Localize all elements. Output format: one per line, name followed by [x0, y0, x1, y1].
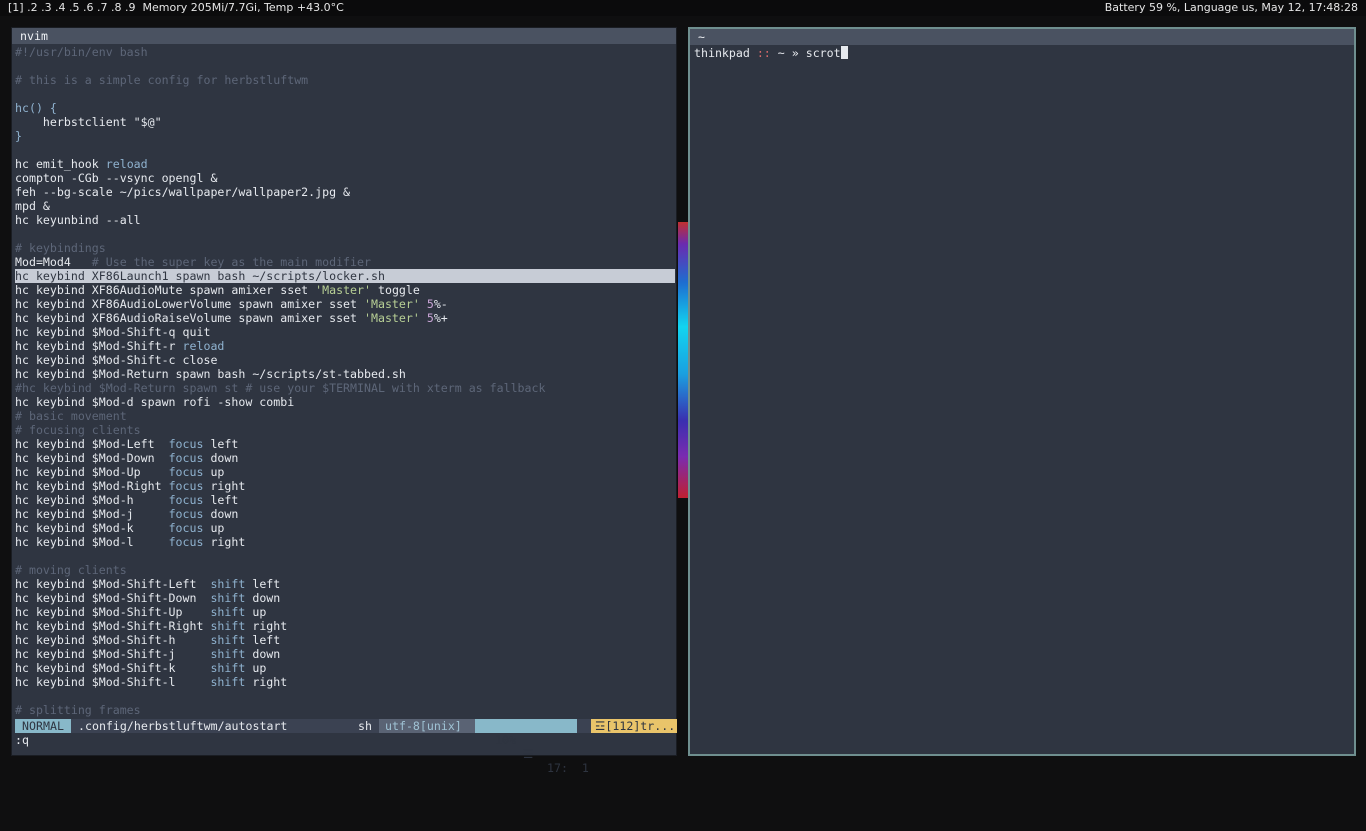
editor-line[interactable]: hc emit_hook reload	[15, 157, 675, 171]
editor-line[interactable]: hc keybind $Mod-Shift-Left shift left	[15, 577, 675, 591]
editor-line[interactable]	[15, 59, 675, 73]
lines-icon: ☰	[523, 747, 534, 761]
file-path: .config/herbstluftwm/autostart	[78, 719, 288, 733]
nvim-window[interactable]: nvim #!/usr/bin/env bash # this is a simp…	[11, 27, 677, 775]
editor-buffer[interactable]: #!/usr/bin/env bash # this is a simple co…	[15, 45, 675, 735]
editor-line[interactable]: hc keybind $Mod-Shift-j shift down	[15, 647, 675, 661]
workspace-and-system-info: [1] .2 .3 .4 .5 .6 .7 .8 .9 Memory 205Mi…	[8, 1, 344, 14]
terminal-prompt-line[interactable]: thinkpad :: ~ » scrot	[694, 46, 848, 60]
editor-line[interactable]: hc keybind XF86Launch1 spawn bash ~/scri…	[15, 269, 675, 283]
editor-line[interactable]	[15, 87, 675, 101]
prompt-dir: ~	[777, 46, 785, 60]
editor-line[interactable]	[15, 549, 675, 563]
editor-line[interactable]: #hc keybind $Mod-Return spawn st # use y…	[15, 381, 675, 395]
prompt-arrow: »	[791, 46, 799, 60]
editor-line[interactable]: hc keybind $Mod-Shift-Right shift right	[15, 619, 675, 633]
editor-line[interactable]: # moving clients	[15, 563, 675, 577]
status-bar: [1] .2 .3 .4 .5 .6 .7 .8 .9 Memory 205Mi…	[0, 0, 1366, 16]
warning-icon: ☲	[595, 719, 606, 733]
editor-line[interactable]: hc() {	[15, 101, 675, 115]
editor-line[interactable]: # keybindings	[15, 241, 675, 255]
window-title-bar[interactable]: ~	[690, 29, 1354, 45]
editor-line[interactable]: hc keyunbind --all	[15, 213, 675, 227]
typed-command[interactable]: scrot	[806, 46, 841, 60]
editor-line[interactable]: compton -CGb --vsync opengl &	[15, 171, 675, 185]
editor-line[interactable]: hc keybind $Mod-Shift-q quit	[15, 325, 675, 339]
trailing-whitespace-warning: ☲[112]tr...	[591, 719, 677, 733]
window-title-bar[interactable]: nvim	[12, 28, 676, 44]
text-cursor	[840, 46, 848, 59]
editor-line[interactable]: hc keybind $Mod-Shift-Up shift up	[15, 605, 675, 619]
editor-line[interactable]: # basic movement	[15, 409, 675, 423]
editor-line[interactable]: hc keybind $Mod-Shift-k shift up	[15, 661, 675, 675]
window-title: nvim	[20, 29, 48, 43]
terminal-window[interactable]: ~ thinkpad :: ~ » scrot	[688, 27, 1356, 756]
filetype: sh	[358, 719, 372, 733]
editor-line[interactable]: herbstclient "$@"	[15, 115, 675, 129]
editor-line[interactable]: hc keybind $Mod-Shift-r reload	[15, 339, 675, 353]
editor-line[interactable]: hc keybind $Mod-Up focus up	[15, 465, 675, 479]
editor-line[interactable]: hc keybind XF86AudioLowerVolume spawn am…	[15, 297, 675, 311]
editor-line[interactable]: hc keybind XF86AudioMute spawn amixer ss…	[15, 283, 675, 297]
editor-line[interactable]: hc keybind $Mod-k focus up	[15, 521, 675, 535]
prompt-separator: ::	[756, 46, 771, 60]
editor-line[interactable]: }	[15, 129, 675, 143]
editor-line[interactable]: hc keybind $Mod-Shift-Down shift down	[15, 591, 675, 605]
editor-line[interactable]: hc keybind $Mod-Left focus left	[15, 437, 675, 451]
editor-line[interactable]: hc keybind $Mod-Return spawn bash ~/scri…	[15, 367, 675, 381]
editor-line[interactable]: feh --bg-scale ~/pics/wallpaper/wallpape…	[15, 185, 675, 199]
editor-line[interactable]: # focusing clients	[15, 423, 675, 437]
cursor-position: 17: 1	[547, 761, 589, 775]
editor-line[interactable]: mpd &	[15, 199, 675, 213]
editor-line[interactable]: hc keybind $Mod-j focus down	[15, 507, 675, 521]
editor-line[interactable]: hc keybind $Mod-Right focus right	[15, 479, 675, 493]
editor-line[interactable]	[15, 689, 675, 703]
editor-line[interactable]: hc keybind $Mod-Shift-c close	[15, 353, 675, 367]
editor-line[interactable]: hc keybind $Mod-d spawn rofi -show combi	[15, 395, 675, 409]
editor-line[interactable]: hc keybind $Mod-Shift-h shift left	[15, 633, 675, 647]
editor-line[interactable]: hc keybind $Mod-l focus right	[15, 535, 675, 549]
editor-line[interactable]: # this is a simple config for herbstluft…	[15, 73, 675, 87]
editor-line[interactable]: # splitting frames	[15, 703, 675, 717]
editor-line[interactable]: #!/usr/bin/env bash	[15, 45, 675, 59]
prompt-host: thinkpad	[694, 46, 750, 60]
scroll-percent: 10%	[495, 733, 516, 747]
battery-language-clock: Battery 59 %, Language us, May 12, 17:48…	[1104, 1, 1358, 14]
position-section: 10% ☰ 17: 1	[475, 719, 589, 775]
editor-line[interactable]: Mod=Mod4 # Use the super key as the main…	[15, 255, 675, 269]
wallpaper-strip	[678, 222, 688, 498]
editor-line[interactable]: hc keybind XF86AudioRaiseVolume spawn am…	[15, 311, 675, 325]
mode-indicator: NORMAL	[15, 719, 71, 733]
command-line[interactable]: :q	[15, 733, 29, 747]
editor-line[interactable]: hc keybind $Mod-Shift-l shift right	[15, 675, 675, 689]
editor-line[interactable]	[15, 227, 675, 241]
editor-line[interactable]: hc keybind $Mod-Down focus down	[15, 451, 675, 465]
file-encoding: utf-8[unix]	[379, 719, 475, 733]
warning-text: [112]tr...	[605, 719, 676, 733]
editor-line[interactable]: hc keybind $Mod-h focus left	[15, 493, 675, 507]
vim-statusline: NORMAL .config/herbstluftwm/autostart sh…	[15, 719, 677, 775]
window-title: ~	[698, 30, 705, 44]
editor-line[interactable]	[15, 143, 675, 157]
